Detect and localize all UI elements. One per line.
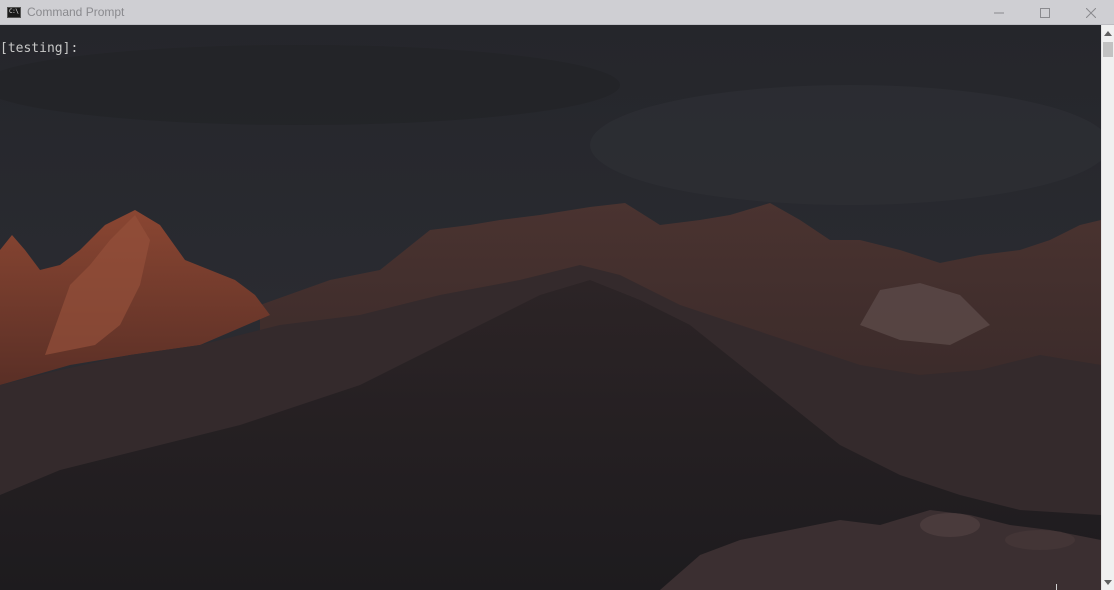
vertical-scrollbar[interactable] (1101, 25, 1114, 590)
scroll-thumb[interactable] (1103, 42, 1113, 57)
close-button[interactable] (1068, 0, 1114, 25)
console-output-area[interactable]: [testing]: (0, 25, 1101, 590)
cmd-app-icon[interactable]: C:\ (7, 6, 21, 18)
maximize-button[interactable] (1022, 0, 1068, 25)
mountain-wallpaper-image (0, 25, 1101, 590)
command-prompt-line[interactable]: [testing]: (0, 41, 78, 56)
command-prompt-window: C:\ Command Prompt [testing]: (0, 0, 1114, 590)
app-icon-text: C:\ (9, 8, 19, 15)
scroll-up-button[interactable] (1102, 25, 1114, 41)
title-bar[interactable]: C:\ Command Prompt (0, 0, 1114, 25)
text-cursor (1056, 584, 1057, 590)
chevron-down-icon (1104, 579, 1112, 585)
scroll-down-button[interactable] (1102, 574, 1114, 590)
minimize-icon (994, 12, 1004, 13)
minimize-button[interactable] (976, 0, 1022, 25)
chevron-up-icon (1104, 30, 1112, 36)
window-title: Command Prompt (27, 5, 125, 19)
window-controls (976, 0, 1114, 25)
close-icon (1086, 7, 1096, 18)
maximize-icon (1040, 7, 1050, 18)
